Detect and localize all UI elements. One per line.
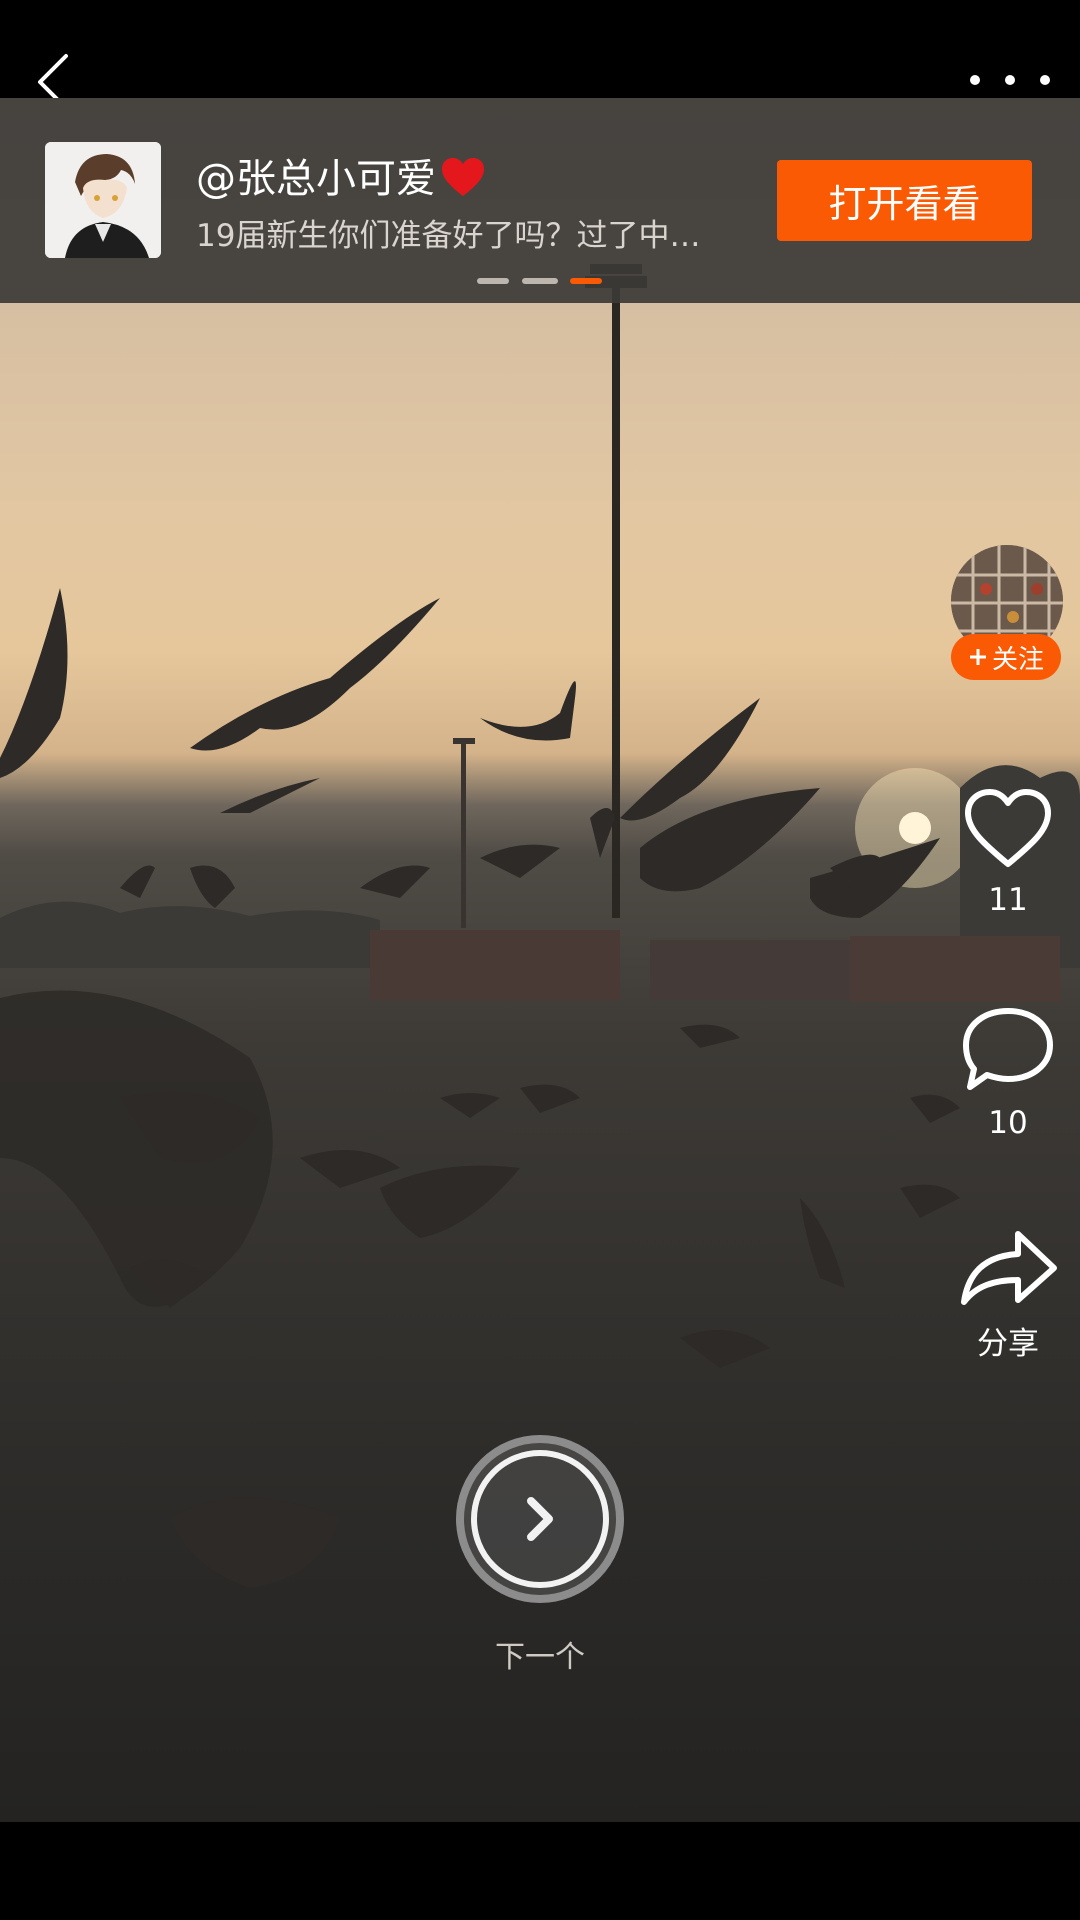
bird bbox=[190, 598, 440, 751]
bird bbox=[360, 865, 430, 898]
page-indicator-dot-active bbox=[570, 278, 602, 284]
more-icon bbox=[970, 75, 980, 85]
comment-count: 10 bbox=[988, 1105, 1028, 1141]
more-icon bbox=[1005, 75, 1015, 85]
more-icon bbox=[1040, 75, 1050, 85]
page-indicator-dot bbox=[522, 278, 558, 284]
comment-action[interactable]: 10 bbox=[950, 1005, 1066, 1141]
like-action[interactable]: 11 bbox=[950, 788, 1066, 918]
follow-label: 关注 bbox=[991, 644, 1044, 675]
username[interactable]: @张总小可爱 bbox=[196, 146, 486, 204]
more-button[interactable] bbox=[970, 70, 1050, 90]
comment-icon bbox=[963, 1008, 1053, 1090]
truck bbox=[850, 936, 1060, 1002]
sun bbox=[899, 812, 931, 844]
heart-emoji-icon bbox=[442, 158, 484, 196]
next-video-button[interactable] bbox=[455, 1434, 625, 1604]
light-pole bbox=[453, 738, 475, 744]
top-bar bbox=[0, 0, 1080, 110]
bird bbox=[220, 778, 320, 813]
bird bbox=[590, 808, 615, 858]
open-app-button[interactable]: 打开看看 bbox=[777, 160, 1032, 241]
bird bbox=[680, 1024, 740, 1048]
light-pole bbox=[461, 738, 466, 928]
bird bbox=[300, 1150, 400, 1188]
bird bbox=[900, 1184, 960, 1218]
bottom-bar bbox=[0, 1822, 1080, 1920]
share-label: 分享 bbox=[977, 1326, 1039, 1362]
avatar-illustration bbox=[45, 142, 161, 258]
next-arrow-icon bbox=[456, 1435, 624, 1603]
bird bbox=[680, 1330, 770, 1368]
bird bbox=[170, 1498, 340, 1588]
like-count: 11 bbox=[988, 882, 1028, 918]
follow-button[interactable]: 关注 bbox=[951, 634, 1061, 680]
plus-icon bbox=[969, 649, 986, 665]
bird bbox=[380, 1165, 520, 1238]
truck bbox=[650, 940, 850, 1000]
share-icon bbox=[961, 1231, 1057, 1305]
bird bbox=[190, 865, 235, 908]
bird bbox=[520, 1084, 580, 1113]
next-label: 下一个 bbox=[495, 1640, 585, 1675]
bird bbox=[480, 681, 576, 741]
banner-avatar[interactable] bbox=[45, 142, 161, 258]
page-indicator-dot bbox=[477, 278, 509, 284]
tree-line bbox=[0, 901, 380, 968]
bird bbox=[800, 1198, 845, 1288]
bird bbox=[0, 588, 68, 778]
promo-banner: @张总小可爱 19届新生你们准备好了吗？过了中… 打开看看 bbox=[0, 98, 1080, 303]
truck bbox=[370, 930, 620, 1000]
bird bbox=[120, 865, 155, 898]
heart-icon bbox=[965, 789, 1051, 867]
share-action[interactable]: 分享 bbox=[950, 1230, 1066, 1363]
bird bbox=[480, 844, 560, 878]
bird bbox=[440, 1093, 500, 1118]
video-caption: 19届新生你们准备好了吗？过了中… bbox=[196, 218, 701, 254]
